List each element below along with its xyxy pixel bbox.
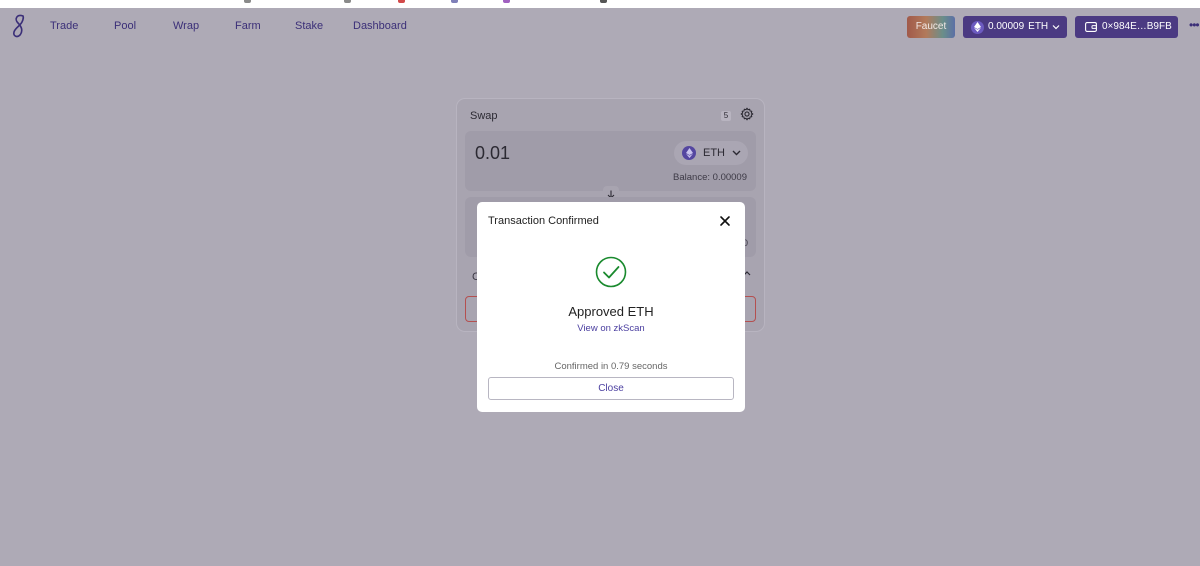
eth-icon	[682, 146, 696, 160]
faucet-button[interactable]: Faucet	[907, 16, 955, 38]
chevron-down-icon	[732, 150, 741, 156]
slippage-badge: 5	[721, 111, 731, 121]
from-amount-input[interactable]: 0.01	[475, 143, 510, 164]
logo-icon[interactable]	[9, 13, 29, 39]
nav-item-trade[interactable]: Trade	[50, 20, 78, 32]
eth-balance-symbol: ETH	[1028, 21, 1049, 32]
eth-icon	[971, 20, 984, 34]
tab-indicator-icon	[344, 0, 351, 3]
swap-title: Swap	[470, 110, 498, 122]
wallet-icon	[1085, 22, 1097, 32]
from-token-select[interactable]: ETH	[674, 141, 748, 165]
gear-icon[interactable]	[740, 107, 754, 121]
nav-item-pool[interactable]: Pool	[114, 20, 136, 32]
nav-item-wrap[interactable]: Wrap	[173, 20, 199, 32]
nav-item-farm[interactable]: Farm	[235, 20, 261, 32]
nav-item-dashboard[interactable]: Dashboard	[353, 20, 407, 32]
chevron-down-icon	[1052, 25, 1060, 30]
eth-balance-value: 0.00009	[988, 21, 1025, 32]
more-icon[interactable]: •••	[1189, 18, 1200, 32]
app-header: Trade Pool Wrap Farm Stake Dashboard Fau…	[0, 8, 1200, 46]
nav-item-stake[interactable]: Stake	[295, 20, 323, 32]
wallet-button[interactable]: 0×984E…B9FB	[1075, 16, 1178, 38]
close-icon[interactable]	[719, 215, 731, 227]
from-balance-text: Balance: 0.00009	[673, 172, 747, 183]
from-token-box: 0.01 ETH Balance: 0.00009	[465, 131, 756, 191]
confirmed-time-text: Confirmed in 0.79 seconds	[554, 361, 668, 372]
tab-indicator-icon	[503, 0, 510, 3]
view-on-zkscan-link[interactable]: View on zkScan	[477, 323, 745, 334]
from-token-symbol: ETH	[703, 147, 725, 159]
browser-top-strip	[0, 0, 1200, 8]
check-circle-icon	[595, 256, 627, 288]
tab-indicator-icon	[398, 0, 405, 3]
eth-balance-button[interactable]: 0.00009 ETH	[963, 16, 1067, 38]
modal-title: Transaction Confirmed	[488, 215, 599, 227]
transaction-confirmed-modal: Transaction Confirmed Approved ETH View …	[477, 202, 745, 412]
close-button[interactable]: Close	[488, 377, 734, 400]
tab-indicator-icon	[451, 0, 458, 3]
approved-text: Approved ETH	[568, 304, 654, 319]
wallet-address: 0×984E…B9FB	[1102, 21, 1172, 32]
tab-indicator-icon	[244, 0, 251, 3]
tab-indicator-icon	[600, 0, 607, 3]
